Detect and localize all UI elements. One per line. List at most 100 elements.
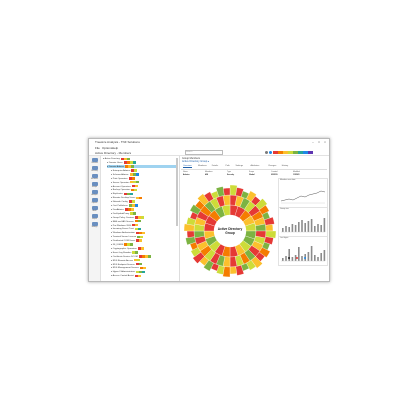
tree-row-label: ▸ Network Config (111, 201, 128, 204)
graph-legend (278, 256, 326, 260)
tree-row-label: ▸ IIS_IUSRS (111, 244, 124, 247)
info-value: Admins (183, 173, 190, 176)
tree-row-label: ▸ DnsUpdateProxy (111, 212, 130, 215)
graph-bar (282, 228, 284, 232)
nav-item-directory[interactable]: Directory (90, 166, 99, 172)
tree-row-label: ▸ Enterprise Admins (111, 169, 131, 172)
export-icon (91, 214, 98, 218)
maximize-icon[interactable]: □ (317, 140, 321, 144)
nav-label: Export (92, 218, 97, 220)
search-input[interactable]: Search (185, 150, 223, 155)
tree-row-label: ▸ Replicator (111, 193, 123, 196)
nav-item-reports[interactable]: Reports (90, 198, 99, 204)
nav-label: Reports (91, 202, 98, 204)
tree-row-label: ▸ Distributed COM Users (111, 240, 136, 243)
info-value: Global (249, 173, 255, 176)
color-legend (273, 151, 313, 154)
settings-icon (91, 222, 98, 226)
sunburst-segment[interactable] (223, 187, 231, 196)
info-label: Created (271, 171, 278, 173)
nav-item-analysis[interactable]: Analysis (90, 190, 99, 196)
tab-attributes[interactable]: Attributes (251, 165, 260, 167)
graph-3-svg (281, 246, 326, 262)
nav-label: Analysis (91, 194, 98, 196)
nav-item-audit[interactable]: Audit (90, 206, 99, 212)
left-navigation: Overview Directory Accounts Groups Analysis R… (89, 156, 101, 281)
graph-bar (320, 225, 322, 232)
sunburst-segment[interactable] (265, 224, 274, 232)
tree-scrollbar[interactable] (176, 158, 178, 226)
tab-path[interactable]: Path (226, 165, 230, 167)
info-field: Name Admins (183, 171, 190, 176)
size-bar-segment (135, 251, 139, 254)
size-bar-segment (129, 192, 133, 196)
app-window: Treesize Analysis - TNF Solutions – □ × … (88, 138, 330, 282)
info-icon[interactable] (269, 151, 272, 154)
size-bar-segment (135, 223, 139, 227)
nav-item-settings[interactable]: Settings (90, 222, 99, 228)
sunburst-segment[interactable] (186, 230, 195, 238)
minimize-icon[interactable]: – (311, 140, 315, 144)
graph-bar (301, 220, 303, 232)
analysis-icon (91, 190, 98, 194)
close-icon[interactable]: × (323, 140, 327, 144)
size-bar-segment (147, 255, 151, 258)
graph-1-svg (280, 190, 326, 204)
graph-bar (298, 222, 300, 232)
tree-row-label: ▸ RDS Remote Access (111, 259, 134, 262)
nav-label: Accounts (91, 178, 98, 180)
graph-2-svg (281, 218, 326, 233)
tree-row-label: ▸ Terminal Server License (111, 236, 137, 239)
tab-details[interactable]: Details (212, 165, 218, 167)
nav-label: Directory (91, 170, 98, 172)
line-series (280, 190, 326, 202)
scan-label[interactable]: Active Directory - Members (95, 151, 131, 155)
graph-bar (304, 223, 306, 232)
graph-bar (291, 224, 294, 232)
directory-icon (91, 166, 98, 170)
graph-bar (288, 227, 290, 232)
size-bar-segment (131, 177, 135, 180)
tab-members[interactable]: Members (198, 165, 207, 167)
nav-item-accounts[interactable]: Accounts (90, 174, 99, 180)
audit-icon (91, 206, 98, 210)
nav-item-groups[interactable]: Groups (90, 182, 99, 188)
graph-members-over-time: Members over time (278, 178, 328, 208)
size-bar-segment (142, 270, 146, 274)
window-title: Treesize Analysis - TNF Solutions (95, 140, 140, 144)
info-field: Modified 11/2023 (293, 171, 300, 176)
tree-row-label: ▸ Access Control Assist (111, 275, 134, 278)
tree-row-label: ▸ Hyper-V Administrators (111, 271, 136, 274)
nav-label: Settings (91, 226, 98, 228)
info-field: Type Security (227, 171, 234, 176)
graph-bar (285, 226, 287, 232)
size-bar-segment (130, 243, 134, 246)
tree-row-label: ▸ Domain Users (107, 162, 123, 165)
tab-changes[interactable]: Changes (268, 165, 276, 167)
tab-strip: Overview Members Details Path Settings Attrib… (181, 165, 327, 170)
nav-item-export[interactable]: Export (90, 214, 99, 220)
size-bar-segment (138, 262, 142, 266)
tab-settings[interactable]: Settings (236, 165, 244, 167)
size-bar-segment (137, 219, 141, 223)
size-bar-segment (130, 208, 134, 211)
gear-icon[interactable] (265, 151, 268, 154)
size-bar-segment (140, 247, 144, 250)
tab-history[interactable]: History (282, 165, 288, 167)
overview-icon (91, 158, 98, 162)
center-label-2: Group (225, 231, 235, 235)
nav-item-overview[interactable]: Overview (90, 158, 99, 164)
tree-row[interactable]: ▸ Access Control Assist (111, 274, 141, 278)
graph-bar (317, 224, 319, 232)
breadcrumb[interactable]: Active Directory Group ▸ (182, 160, 209, 163)
sunburst-segment[interactable] (229, 266, 237, 275)
size-bar-segment (139, 239, 143, 242)
size-bar-segment (135, 173, 139, 176)
legend-dot (304, 257, 306, 259)
tree-row-label: ▸ Cryptographic Operators (111, 247, 137, 250)
main-panel: Group Members Active Directory Group ▸ O… (180, 156, 329, 281)
size-bar-segment (134, 184, 138, 188)
tree-row-label: ▸ RAS and IAS Servers (111, 220, 134, 223)
tab-overview[interactable]: Overview (183, 165, 192, 168)
legend-swatch (308, 151, 313, 154)
